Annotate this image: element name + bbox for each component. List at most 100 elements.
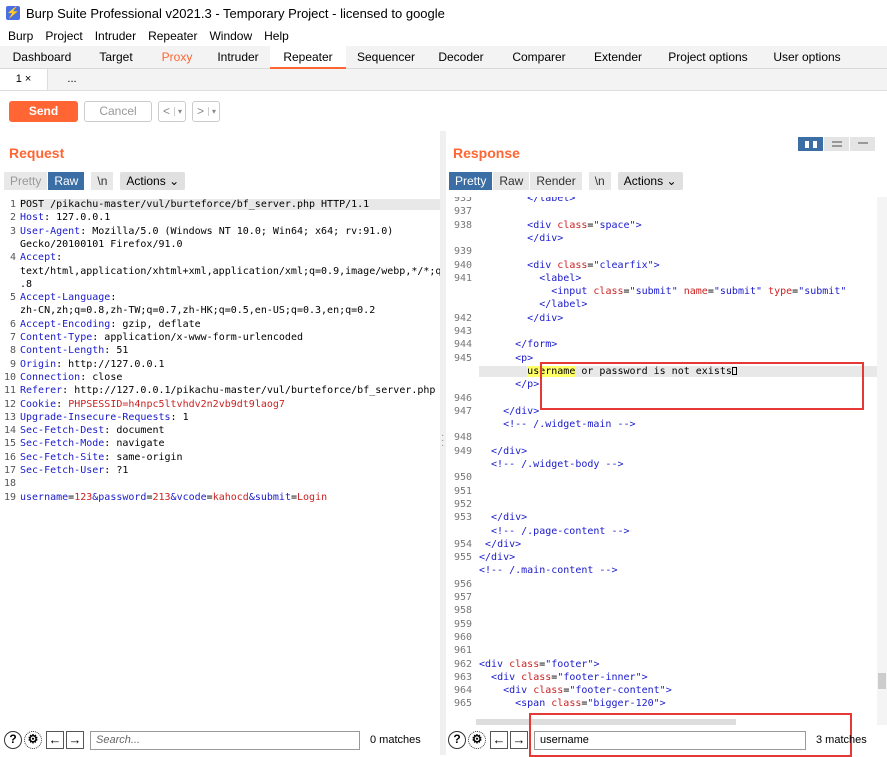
send-button[interactable]: Send bbox=[9, 100, 78, 122]
tab-project-options[interactable]: Project options bbox=[654, 46, 762, 69]
response-scrollbar[interactable] bbox=[877, 197, 887, 725]
tab-repeater[interactable]: Repeater bbox=[270, 46, 346, 69]
header-name: Sec-Fetch-Dest bbox=[20, 425, 105, 437]
line-number: 6 bbox=[9, 318, 16, 330]
menu-project[interactable]: Project bbox=[39, 29, 88, 43]
header-value: navigate bbox=[110, 438, 165, 450]
search-prev-arrow-icon[interactable]: ← bbox=[490, 731, 508, 749]
layout-side-by-side-icon[interactable] bbox=[798, 137, 823, 151]
layout-buttons bbox=[797, 137, 875, 151]
chevron-right-icon: > bbox=[197, 104, 205, 118]
history-back-button[interactable]: < ▾ bbox=[158, 100, 187, 122]
line-number: 949 bbox=[453, 445, 472, 457]
cancel-button[interactable]: Cancel bbox=[84, 100, 152, 122]
window-title: Burp Suite Professional v2021.3 - Tempor… bbox=[26, 5, 445, 21]
request-newline-tab[interactable]: \n bbox=[91, 172, 114, 190]
line-number: 958 bbox=[453, 605, 472, 617]
menu-intruder[interactable]: Intruder bbox=[89, 29, 142, 43]
repeater-subtabs: 1 × ... bbox=[0, 69, 887, 91]
line-number: 961 bbox=[453, 645, 472, 657]
request-pretty-tab[interactable]: Pretty bbox=[4, 172, 48, 190]
line-number: 964 bbox=[453, 685, 472, 697]
line-number: 16 bbox=[3, 451, 16, 463]
response-editor[interactable]: 935 </label> 937 938 <div class="space"> <… bbox=[446, 197, 887, 725]
tab-proxy[interactable]: Proxy bbox=[148, 46, 206, 69]
search-next-arrow-icon[interactable]: → bbox=[66, 731, 84, 749]
response-search-input[interactable]: username bbox=[534, 730, 806, 750]
tab-user-options[interactable]: User options bbox=[762, 46, 852, 69]
header-name: Origin bbox=[20, 358, 57, 370]
dropdown-icon[interactable]: ▾ bbox=[174, 106, 185, 116]
search-next-arrow-icon[interactable]: → bbox=[510, 731, 528, 749]
header-value: document bbox=[110, 425, 165, 437]
highlight-box-message bbox=[540, 362, 864, 410]
menu-burp[interactable]: Burp bbox=[2, 29, 39, 43]
response-title: Response bbox=[453, 145, 520, 161]
line-number: 939 bbox=[453, 246, 472, 258]
dropdown-icon[interactable]: ▾ bbox=[208, 106, 219, 116]
layout-tabs-icon[interactable] bbox=[850, 137, 875, 151]
request-search-bar: ? ⚙ ← → Search... 0 matches bbox=[4, 725, 440, 755]
header-name: Referer bbox=[20, 385, 63, 397]
scrollbar-thumb[interactable] bbox=[878, 673, 886, 689]
line-number: 15 bbox=[3, 438, 16, 450]
line-number: 11 bbox=[3, 385, 16, 397]
tab-target[interactable]: Target bbox=[84, 46, 148, 69]
tab-intruder[interactable]: Intruder bbox=[206, 46, 270, 69]
actions-label: Actions bbox=[126, 174, 166, 188]
tab-decoder[interactable]: Decoder bbox=[426, 46, 496, 69]
header-value: 127.0.0.1 bbox=[50, 212, 111, 224]
burp-logo-icon: ⚡ bbox=[6, 6, 20, 20]
response-line: </div> bbox=[527, 232, 564, 244]
line-number: 952 bbox=[453, 498, 472, 510]
response-line: </div> bbox=[491, 445, 528, 457]
drag-handle-icon[interactable]: · · · bbox=[441, 431, 444, 451]
line-number: 956 bbox=[453, 578, 472, 590]
line-number: 17 bbox=[3, 465, 16, 476]
request-line: Referer: http://127.0.0.1/pikachu-master… bbox=[20, 385, 436, 397]
tab-comparer[interactable]: Comparer bbox=[496, 46, 582, 69]
menu-repeater[interactable]: Repeater bbox=[142, 29, 203, 43]
title-bar: ⚡ Burp Suite Professional v2021.3 - Temp… bbox=[0, 0, 887, 26]
settings-gear-icon[interactable]: ⚙ bbox=[468, 731, 486, 749]
header-value: 1 bbox=[176, 411, 189, 423]
request-line: Sec-Fetch-Site: same-origin bbox=[20, 451, 183, 463]
settings-gear-icon[interactable]: ⚙ bbox=[24, 731, 42, 749]
request-actions-menu[interactable]: Actions ⌄ bbox=[120, 172, 186, 190]
menu-window[interactable]: Window bbox=[203, 29, 258, 43]
request-line: User-Agent: Mozilla/5.0 (Windows NT 10.0… bbox=[20, 225, 394, 237]
line-number: 962 bbox=[453, 658, 472, 670]
layout-stacked-icon[interactable] bbox=[824, 137, 849, 151]
request-line: Sec-Fetch-Mode: navigate bbox=[20, 438, 165, 450]
history-forward-button[interactable]: > ▾ bbox=[192, 100, 221, 122]
line-number: 2 bbox=[9, 212, 16, 224]
line-number: 942 bbox=[453, 312, 472, 324]
search-prev-arrow-icon[interactable]: ← bbox=[46, 731, 64, 749]
response-raw-tab[interactable]: Raw bbox=[493, 172, 530, 190]
request-raw-tab[interactable]: Raw bbox=[48, 172, 85, 190]
request-pane: Request Pretty Raw \n Actions ⌄ 1 POST /p… bbox=[0, 131, 440, 725]
repeater-tab-new[interactable]: ... bbox=[48, 69, 96, 90]
menu-help[interactable]: Help bbox=[258, 29, 295, 43]
repeater-tab-1[interactable]: 1 × bbox=[0, 69, 48, 90]
response-render-tab[interactable]: Render bbox=[530, 172, 582, 190]
param-name: &password bbox=[92, 491, 147, 503]
header-name: Host bbox=[20, 212, 45, 224]
line-number: 965 bbox=[453, 698, 472, 710]
chevron-down-icon: ⌄ bbox=[169, 174, 180, 188]
response-pane: Response Pretty Raw Render \n Actions ⌄ … bbox=[446, 131, 887, 725]
help-icon[interactable]: ? bbox=[4, 731, 22, 749]
help-icon[interactable]: ? bbox=[448, 731, 466, 749]
response-actions-menu[interactable]: Actions ⌄ bbox=[617, 172, 683, 190]
response-newline-tab[interactable]: \n bbox=[588, 172, 611, 190]
header-name: Content-Type bbox=[20, 332, 93, 343]
tab-dashboard[interactable]: Dashboard bbox=[0, 46, 84, 69]
header-name: Accept-Language bbox=[20, 292, 111, 304]
tab-extender[interactable]: Extender bbox=[582, 46, 654, 69]
header-value: gzip, deflate bbox=[116, 318, 201, 330]
tab-sequencer[interactable]: Sequencer bbox=[346, 46, 426, 69]
response-line: <label> bbox=[539, 272, 582, 284]
request-search-input[interactable]: Search... bbox=[90, 730, 360, 750]
response-pretty-tab[interactable]: Pretty bbox=[449, 172, 493, 190]
request-editor[interactable]: 1 POST /pikachu-master/vul/burteforce/bf_… bbox=[0, 197, 440, 725]
